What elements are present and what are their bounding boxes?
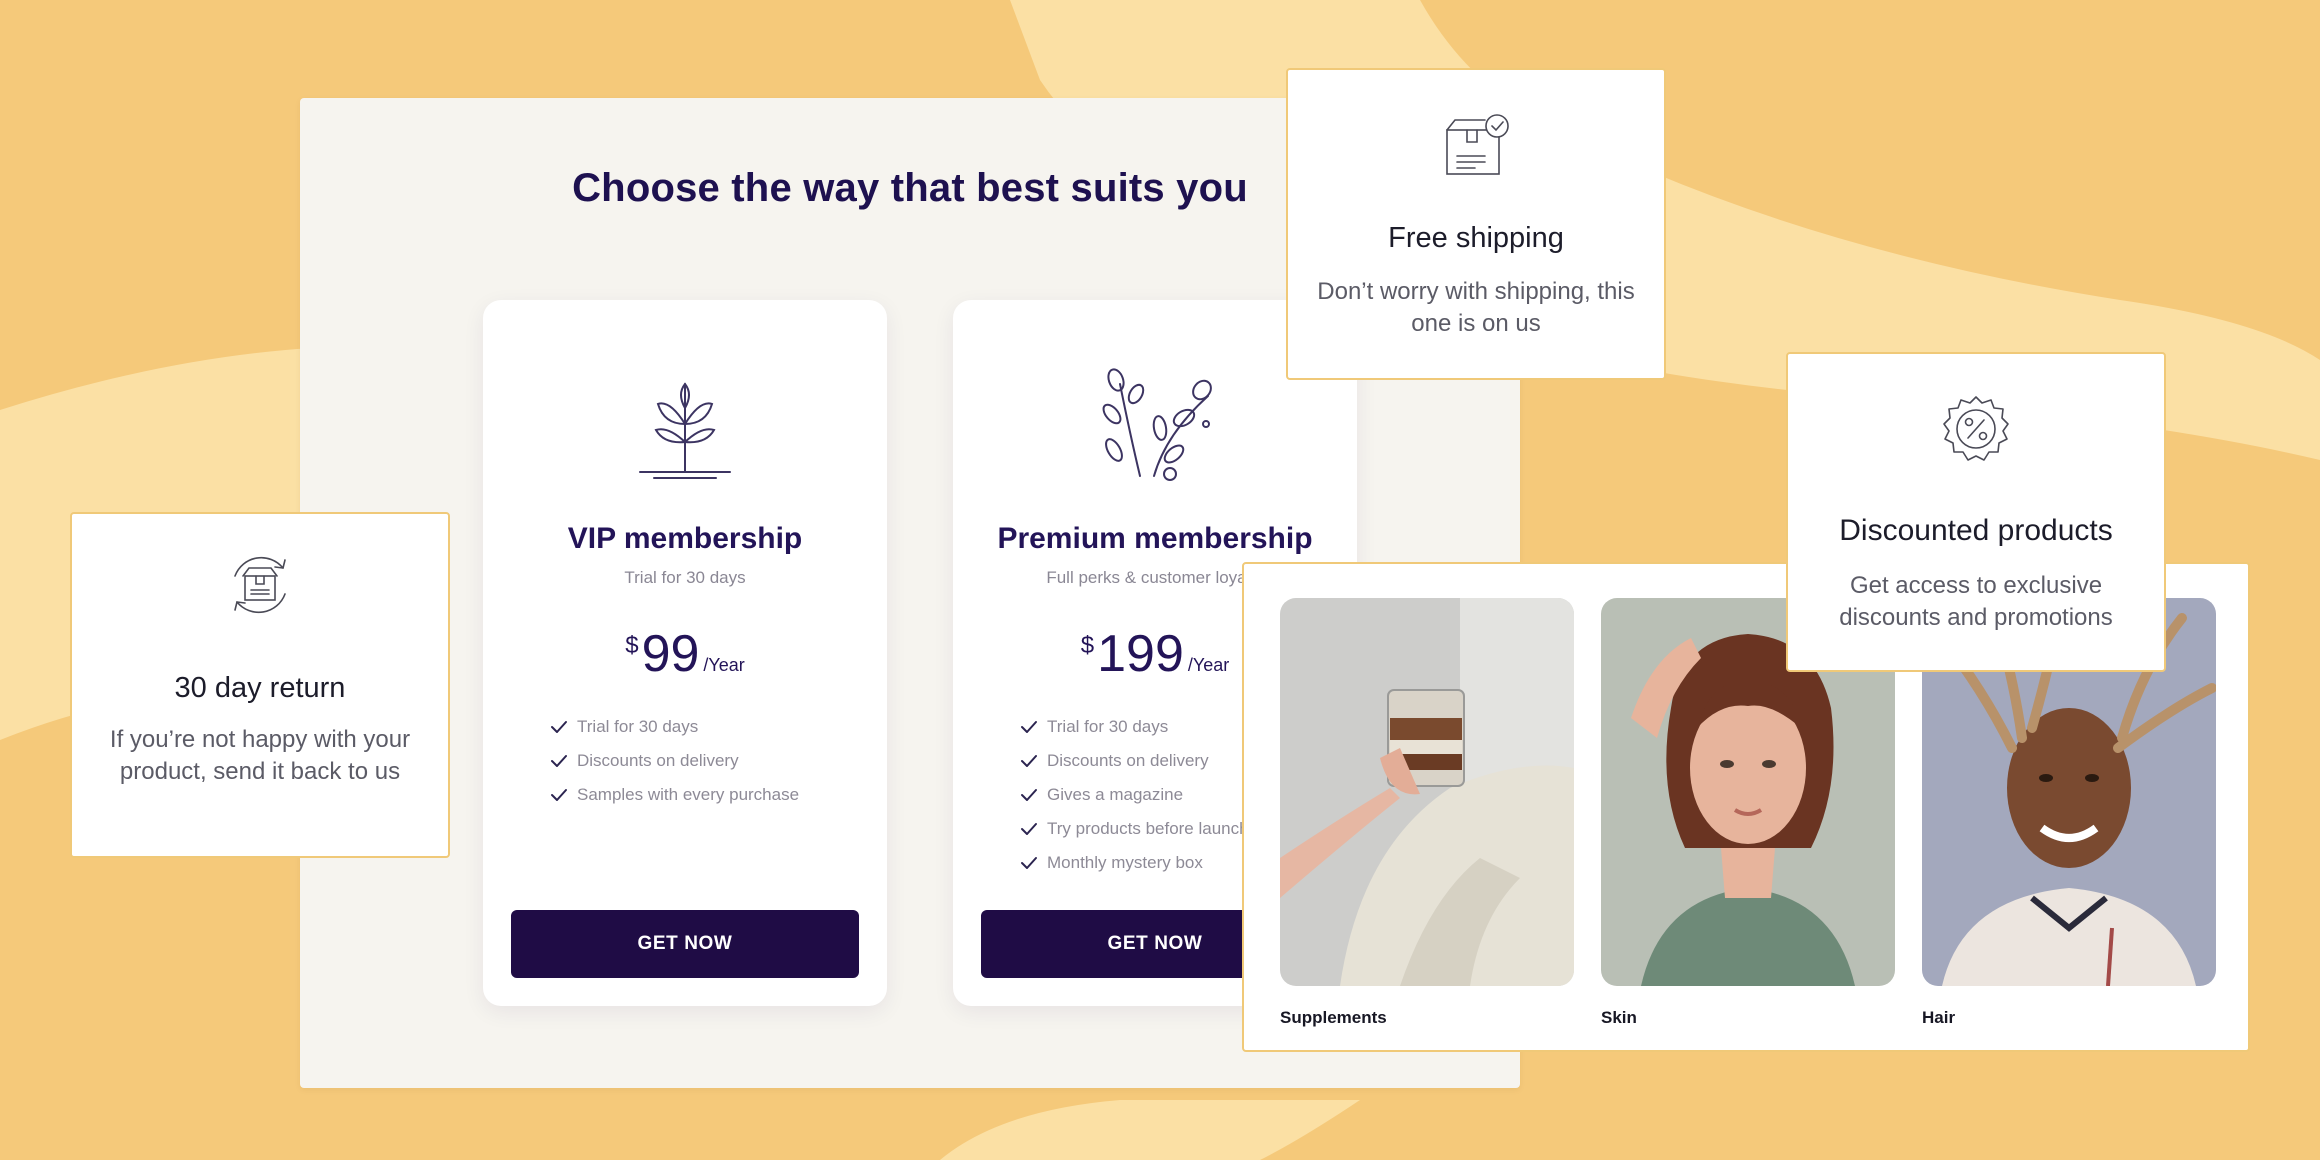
discount-badge-icon: [1788, 394, 2164, 464]
plan-subtitle: Trial for 30 days: [624, 568, 746, 587]
price-amount: 199: [1097, 625, 1184, 683]
feature-description: Don’t worry with shipping, this one is o…: [1317, 278, 1635, 337]
feature-text: Try products before launch: [1047, 819, 1249, 838]
plan-price: $ 99 /Year: [483, 628, 887, 680]
feature-item: Samples with every purchase: [549, 778, 799, 812]
sprout-icon: [483, 364, 887, 484]
check-icon: [551, 789, 567, 801]
check-icon: [551, 755, 567, 767]
feature-text: Trial for 30 days: [577, 717, 699, 736]
feature-item: Trial for 30 days: [549, 710, 799, 744]
check-icon: [1021, 721, 1037, 733]
box-return-icon: [72, 552, 448, 618]
feature-item: Discounts on delivery: [549, 744, 799, 778]
check-icon: [1021, 755, 1037, 767]
price-period: /Year: [1187, 655, 1230, 675]
feature-title: 30 day return: [174, 672, 346, 704]
price-amount: 99: [641, 625, 700, 683]
check-icon: [1021, 789, 1037, 801]
price-currency: $: [1080, 632, 1095, 659]
plan-name: VIP membership: [567, 522, 803, 555]
plan-name: Premium membership: [997, 522, 1313, 555]
feature-description: Get access to exclusive discounts and pr…: [1839, 572, 2113, 631]
feature-description: If you’re not happy with your product, s…: [109, 726, 411, 785]
feature-text: Trial for 30 days: [1047, 717, 1169, 736]
check-icon: [1021, 823, 1037, 835]
feature-list: Trial for 30 days Discounts on delivery …: [549, 710, 799, 812]
package-check-icon: [1288, 112, 1664, 180]
feature-item: Discounts on delivery: [1019, 744, 1249, 778]
feature-text: Discounts on delivery: [577, 751, 739, 770]
feature-text: Samples with every purchase: [577, 785, 800, 804]
feature-item: Trial for 30 days: [1019, 710, 1249, 744]
feature-text: Discounts on delivery: [1047, 751, 1209, 770]
feature-title: Discounted products: [1839, 514, 2113, 547]
feature-card-shipping: Free shipping Don’t worry with shipping,…: [1286, 68, 1666, 380]
category-label: Supplements: [1280, 1008, 1387, 1027]
feature-text: Gives a magazine: [1047, 785, 1184, 804]
price-period: /Year: [703, 655, 745, 675]
plan-card-vip: VIP membership Trial for 30 days $ 99 /Y…: [483, 300, 887, 1006]
check-icon: [551, 721, 567, 733]
feature-title: Free shipping: [1388, 222, 1564, 254]
feature-list: Trial for 30 days Discounts on delivery …: [1019, 710, 1249, 880]
feature-item: Gives a magazine: [1019, 778, 1249, 812]
feature-item: Monthly mystery box: [1019, 846, 1249, 880]
branches-icon: [953, 364, 1357, 484]
feature-text: Monthly mystery box: [1047, 853, 1203, 872]
feature-card-return: 30 day return If you’re not happy with y…: [70, 512, 450, 858]
category-label: Skin: [1601, 1008, 1637, 1027]
category-label: Hair: [1922, 1008, 1956, 1027]
get-now-button-vip[interactable]: GET NOW: [511, 910, 859, 978]
photo-supplements: [1280, 598, 1574, 986]
feature-card-discount: Discounted products Get access to exclus…: [1786, 352, 2166, 672]
check-icon: [1021, 857, 1037, 869]
category-supplements[interactable]: Supplements: [1280, 598, 1574, 1028]
price-currency: $: [625, 632, 639, 659]
feature-item: Try products before launch: [1019, 812, 1249, 846]
